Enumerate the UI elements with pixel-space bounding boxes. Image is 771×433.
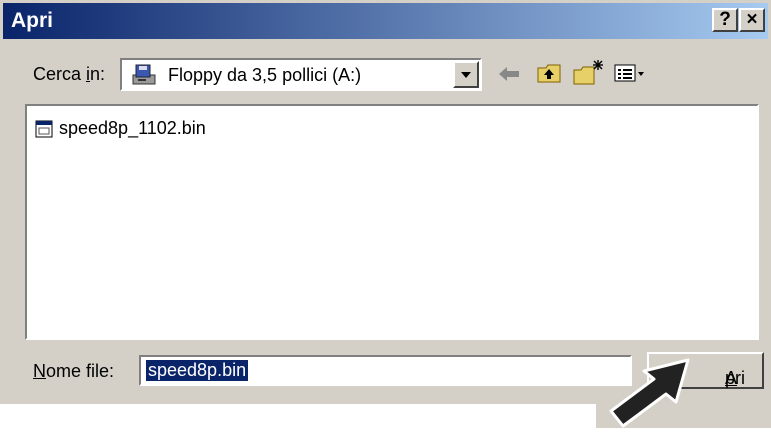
look-in-value: Floppy da 3,5 pollici (A:) [168, 65, 362, 85]
look-in-dropdown[interactable]: Floppy da 3,5 pollici (A:) [120, 58, 482, 91]
mouse-pointer-icon [602, 358, 712, 433]
back-arrow-icon[interactable] [497, 64, 521, 89]
close-button[interactable]: × [739, 8, 765, 32]
title-bar[interactable]: Apri ? × [3, 3, 768, 39]
file-name: speed8p_1102.bin [59, 118, 206, 138]
floppy-drive-icon [130, 63, 158, 92]
help-button[interactable]: ? [712, 8, 738, 32]
window-title: Apri [11, 9, 53, 32]
open-dialog: Apri ? × Cerca in: Floppy da 3,5 pollici… [0, 0, 771, 404]
look-in-label: Cerca in: [33, 64, 106, 84]
binary-file-icon [35, 119, 53, 144]
up-folder-icon[interactable] [536, 61, 564, 90]
view-menu-icon[interactable] [614, 63, 648, 90]
file-name-value: speed8p.bin [146, 360, 249, 381]
file-name-input[interactable]: speed8p.bin [139, 355, 632, 386]
new-folder-icon[interactable] [572, 59, 604, 92]
chevron-down-icon[interactable] [453, 61, 479, 88]
file-name-label: Nome file: [33, 361, 115, 381]
file-list[interactable]: speed8p_1102.bin [25, 104, 759, 340]
